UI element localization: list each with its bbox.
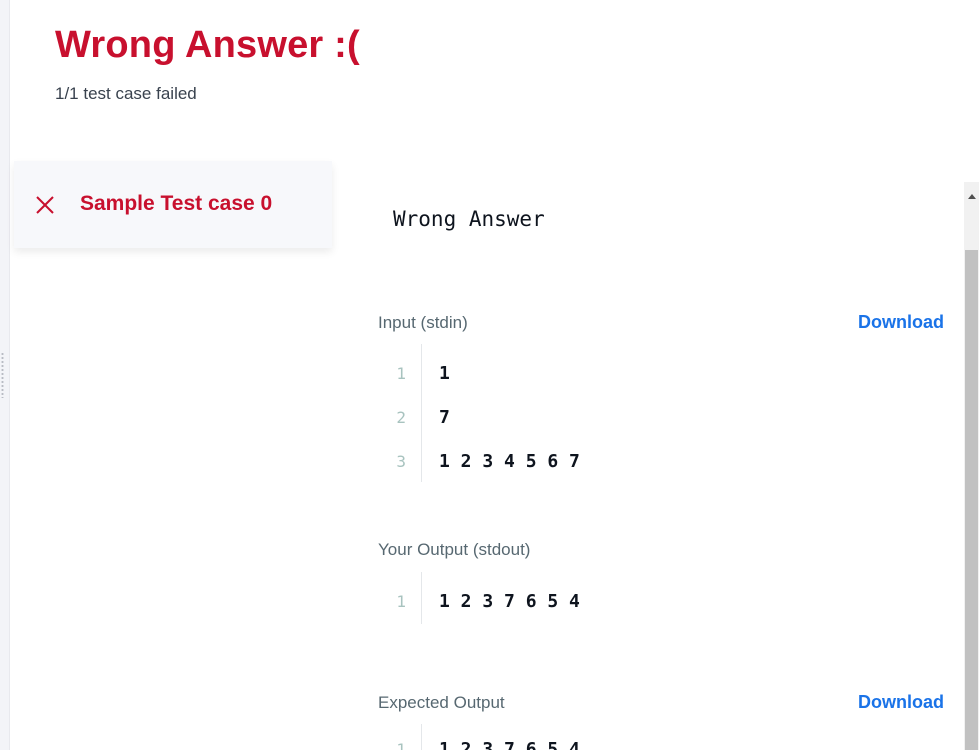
verdict-text: Wrong Answer — [393, 207, 545, 231]
code-line: 1 1 2 3 7 6 5 4 — [378, 580, 938, 624]
line-text: 1 2 3 7 6 5 4 — [439, 739, 580, 750]
line-text: 7 — [439, 407, 450, 428]
resize-handle[interactable] — [1, 352, 4, 398]
your-output-code-block: 1 1 2 3 7 6 5 4 — [378, 572, 938, 624]
code-line: 3 1 2 3 4 5 6 7 — [378, 440, 938, 484]
input-code-block: 1 1 2 7 3 1 2 3 4 5 6 7 — [378, 344, 938, 484]
line-number: 1 — [396, 364, 406, 383]
page-title: Wrong Answer :( — [55, 24, 360, 66]
download-input-link[interactable]: Download — [858, 312, 944, 333]
close-icon — [36, 196, 54, 214]
line-number: 1 — [396, 740, 406, 750]
code-line: 1 1 — [378, 352, 938, 396]
test-case-tab-0[interactable]: Sample Test case 0 — [14, 161, 332, 248]
your-output-label: Your Output (stdout) — [378, 540, 531, 559]
line-number: 3 — [396, 452, 406, 471]
scroll-up-icon[interactable] — [968, 194, 976, 199]
line-text: 1 2 3 4 5 6 7 — [439, 451, 580, 472]
test-case-label: Sample Test case 0 — [80, 192, 273, 215]
test-results-page: Wrong Answer :( 1/1 test case failed Sam… — [0, 0, 979, 750]
left-panel-edge — [0, 0, 10, 750]
code-line: 1 1 2 3 7 6 5 4 — [378, 728, 938, 750]
expected-output-label: Expected Output — [378, 693, 505, 712]
line-text: 1 2 3 7 6 5 4 — [439, 591, 580, 612]
failed-summary: 1/1 test case failed — [55, 84, 197, 103]
code-line: 2 7 — [378, 396, 938, 440]
line-number: 1 — [396, 592, 406, 611]
line-number: 2 — [396, 408, 406, 427]
vertical-scrollbar[interactable] — [964, 182, 979, 750]
scrollbar-thumb[interactable] — [965, 250, 978, 750]
line-text: 1 — [439, 363, 450, 384]
expected-output-code-block: 1 1 2 3 7 6 5 4 — [378, 724, 938, 750]
download-expected-link[interactable]: Download — [858, 692, 944, 713]
input-label: Input (stdin) — [378, 313, 468, 332]
